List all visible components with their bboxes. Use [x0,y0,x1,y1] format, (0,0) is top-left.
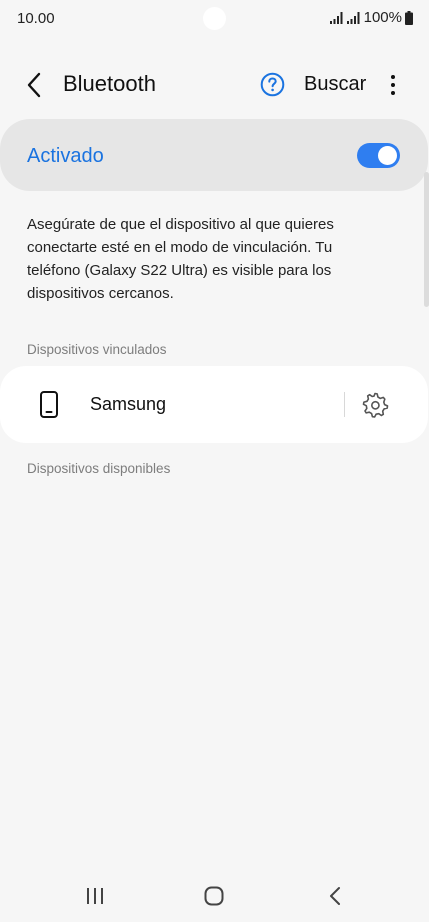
home-button[interactable] [200,882,228,910]
app-bar: Bluetooth Buscar [0,60,429,110]
scrollbar[interactable] [424,172,429,307]
signal-icon [329,11,343,24]
more-vertical-icon [391,75,395,95]
navigation-bar [0,872,429,920]
page-title: Bluetooth [63,71,156,96]
home-icon [204,886,224,906]
status-bar: 10.00 100% [0,0,429,38]
smartphone-icon [40,391,58,418]
search-button[interactable]: Buscar [304,73,366,96]
help-button[interactable] [260,72,285,97]
device-name: Samsung [90,394,167,414]
battery-icon [405,10,413,25]
bluetooth-settings-screen: 10.00 100% Bluetooth Buscar Activado Ase… [0,0,429,922]
more-options-button[interactable] [383,72,403,98]
status-time: 10.00 [17,10,55,27]
paired-device-row[interactable]: Samsung [0,366,340,443]
device-settings-button[interactable] [361,391,389,419]
signal-icon [346,11,360,24]
bluetooth-toggle[interactable] [357,143,400,168]
divider [344,392,345,417]
chevron-left-icon [27,72,41,98]
status-indicators: 100% [329,9,413,26]
back-button[interactable] [20,70,50,100]
question-circle-icon [260,72,285,97]
recent-apps-button[interactable] [81,882,109,910]
master-switch-label: Activado [27,145,104,167]
visibility-description: Asegúrate de que el dispositivo al que q… [27,216,334,302]
back-arrow-icon [330,887,340,905]
paired-devices-card: Samsung [0,366,428,443]
recents-icon [87,888,103,904]
gear-icon [362,392,389,418]
toggle-knob [378,146,397,165]
camera-cutout [203,7,226,30]
battery-percent: 100% [363,9,402,26]
nav-back-button[interactable] [322,882,350,910]
paired-devices-header: Dispositivos vinculados [27,342,167,357]
available-devices-header: Dispositivos disponibles [27,461,171,476]
